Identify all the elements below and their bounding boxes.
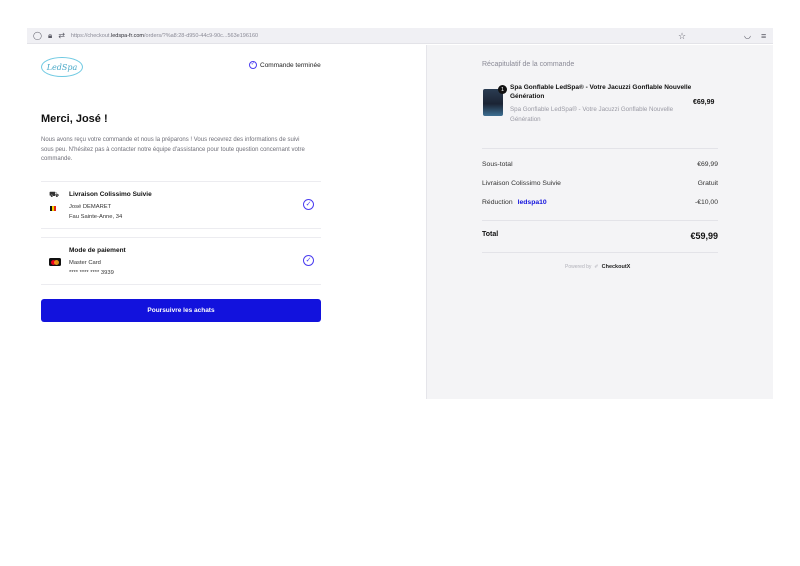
shipping-title: Livraison Colissimo Suivie xyxy=(69,191,152,198)
address-bar[interactable]: ◯ 🔒︎ ⇄ https://checkout.ledspa-fr.com/or… xyxy=(27,28,773,44)
payment-card: Mode de paiement Master Card **** **** *… xyxy=(41,237,321,285)
continue-shopping-button[interactable]: Poursuivre les achats xyxy=(41,299,321,322)
divider xyxy=(482,148,718,149)
lock-icon[interactable]: 🔒︎ xyxy=(48,28,52,44)
shipping-name: José DEMARET xyxy=(69,204,112,210)
shipping-address: Fau Sainte-Anne, 34 xyxy=(69,214,123,220)
product-name: Spa Gonflable LedSpa® - Votre Jacuzzi Go… xyxy=(510,84,692,100)
page-content: LedSpa ✓ Commande terminée Merci, José !… xyxy=(27,45,773,399)
product-price: €69,99 xyxy=(693,99,715,106)
discount-code: ledspa10 xyxy=(517,199,547,206)
page-title: Merci, José ! xyxy=(41,113,108,125)
order-status: ✓ Commande terminée xyxy=(249,61,321,69)
order-status-label: Commande terminée xyxy=(260,61,321,69)
shipping-value: Gratuit xyxy=(697,180,718,187)
ledspa-logo[interactable]: LedSpa xyxy=(41,57,83,77)
payment-method: Master Card xyxy=(69,260,101,266)
discount-row: Réduction ledspa10 -€10,00 xyxy=(482,199,718,206)
discount-label: Réduction xyxy=(482,199,513,206)
order-confirmation-panel: LedSpa ✓ Commande terminée Merci, José !… xyxy=(27,45,426,399)
check-circle-icon: ✓ xyxy=(249,61,257,69)
powered-by[interactable]: Powered by ✐ CheckoutX xyxy=(565,264,630,270)
subtotal-label: Sous-total xyxy=(482,161,513,168)
check-circle-icon: ✓ xyxy=(303,255,314,266)
bookmark-star-icon[interactable]: ☆ xyxy=(678,28,686,44)
shipping-row: Livraison Colissimo Suivie Gratuit xyxy=(482,180,718,187)
subtotal-row: Sous-total €69,99 xyxy=(482,161,718,168)
quantity-badge: 1 xyxy=(498,85,507,94)
browser-window: ◯ 🔒︎ ⇄ https://checkout.ledspa-fr.com/or… xyxy=(27,28,773,399)
shipping-card: ⛟ Livraison Colissimo Suivie José DEMARE… xyxy=(41,181,321,229)
order-summary-panel: Récapitulatif de la commande 1 Spa Gonfl… xyxy=(426,45,773,399)
mastercard-icon xyxy=(49,258,61,266)
truck-icon: ⛟ xyxy=(49,190,60,199)
total-row: Total €59,99 xyxy=(482,231,718,241)
divider xyxy=(482,252,718,253)
url-text[interactable]: https://checkout.ledspa-fr.com/orders/?%… xyxy=(71,33,258,39)
confirmation-message: Nous avons reçu votre commande et nous l… xyxy=(41,137,305,162)
powered-by-brand: CheckoutX xyxy=(601,264,631,270)
payment-title: Mode de paiement xyxy=(69,247,126,254)
shield-icon[interactable]: ◯ xyxy=(33,28,42,44)
shipping-label: Livraison Colissimo Suivie xyxy=(482,180,561,187)
permissions-icon[interactable]: ⇄ xyxy=(58,28,65,44)
subtotal-value: €69,99 xyxy=(697,161,718,168)
total-value: €59,99 xyxy=(690,231,718,241)
belgium-flag-icon xyxy=(50,206,56,211)
summary-title: Récapitulatif de la commande xyxy=(482,61,575,68)
discount-value: -€10,00 xyxy=(694,199,718,206)
divider xyxy=(482,220,718,221)
product-variant: Spa Gonflable LedSpa® - Votre Jacuzzi Go… xyxy=(510,106,674,123)
check-circle-icon: ✓ xyxy=(303,199,314,210)
total-label: Total xyxy=(482,231,499,238)
pocket-icon[interactable]: ◡ xyxy=(744,28,751,44)
checkoutx-logo-icon: ✐ xyxy=(594,264,599,270)
powered-by-label: Powered by xyxy=(565,264,592,270)
card-number: **** **** **** 3939 xyxy=(69,270,114,276)
menu-icon[interactable]: ≡ xyxy=(761,28,766,44)
